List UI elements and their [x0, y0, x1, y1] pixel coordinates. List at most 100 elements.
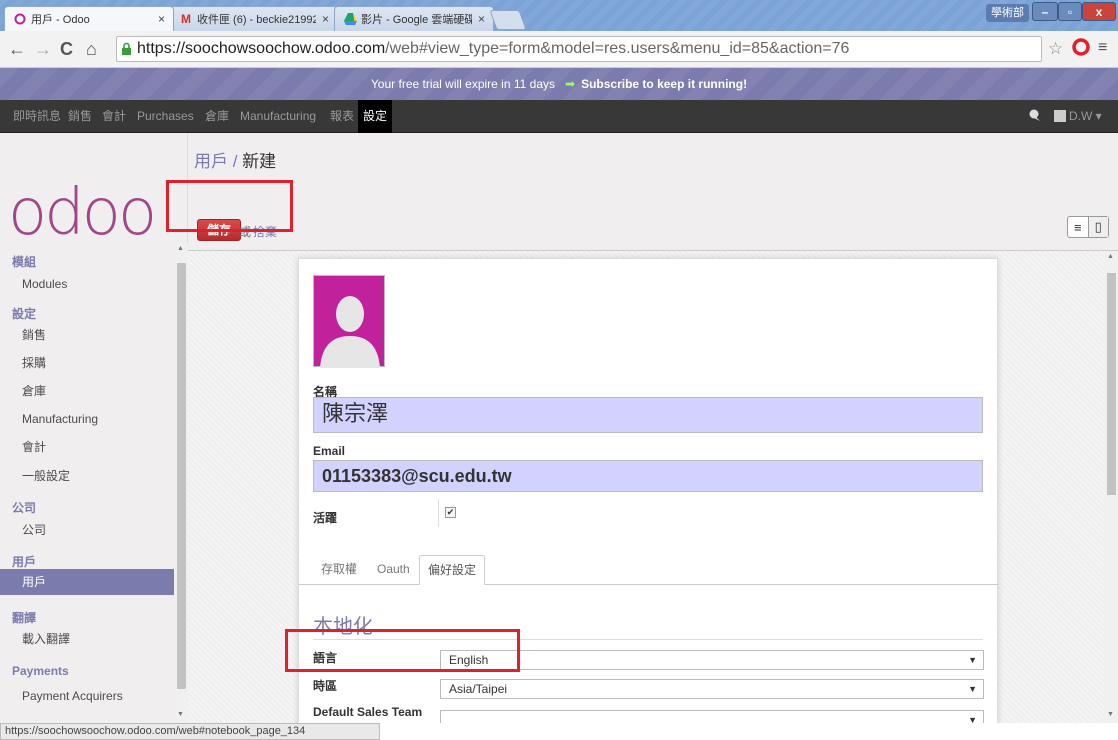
sidebar-item-users[interactable]: 用戶 — [0, 569, 174, 595]
sidebar-item-sales[interactable]: 銷售 — [0, 322, 174, 348]
tab-label: 收件匣 (6) - beckie21992 — [197, 14, 316, 26]
menu-item-purchases[interactable]: Purchases — [132, 100, 199, 133]
maximize-button[interactable]: ▫ — [1058, 2, 1082, 21]
browser-tab-odoo[interactable]: 用戶 - Odoo × — [4, 6, 174, 31]
trial-text: Your free trial will expire in 11 days — [370, 77, 555, 91]
back-arrow-icon[interactable]: ← — [8, 39, 26, 60]
window-close-button[interactable]: x — [1082, 2, 1116, 21]
menu-icon[interactable]: ≡ — [1098, 39, 1107, 57]
sidebar-item-manufacturing[interactable]: Manufacturing — [0, 406, 174, 432]
menu-item-settings[interactable]: 設定 — [358, 100, 393, 133]
breadcrumb-current: 新建 — [242, 152, 277, 171]
sidebar-item-companies[interactable]: 公司 — [0, 517, 174, 543]
top-menu: 即時訊息 銷售 會計 Purchases 倉庫 Manufacturing 報表… — [0, 100, 1118, 133]
scroll-up-icon[interactable]: ▲ — [1107, 253, 1114, 260]
breadcrumb-separator: / — [228, 152, 243, 171]
menu-item-accounting[interactable]: 會計 — [97, 100, 131, 133]
tab-preferences[interactable]: 偏好設定 — [419, 555, 486, 585]
sidebar-section-translations: 翻譯 — [12, 611, 37, 625]
chevron-down-icon: ▼ — [968, 715, 977, 723]
timezone-value: Asia/Taipei — [449, 682, 508, 696]
subscribe-link[interactable]: Subscribe to keep it running! — [581, 77, 747, 91]
sidebar-scroll-thumb[interactable] — [177, 263, 186, 689]
sales-team-select[interactable]: ▼ — [440, 710, 984, 723]
user-menu[interactable]: D.W ▾ — [1069, 100, 1102, 133]
sidebar-section-payments: Payments — [12, 664, 69, 678]
sidebar-item-warehouse[interactable]: 倉庫 — [0, 378, 174, 404]
browser-tab-gmail[interactable]: M 收件匣 (6) - beckie21992 × — [170, 6, 338, 31]
trial-banner: Your free trial will expire in 11 days ➡… — [0, 68, 1118, 100]
main-scroll-thumb[interactable] — [1107, 273, 1116, 495]
sidebar-item-accounting[interactable]: 會計 — [0, 434, 174, 460]
scroll-down-icon[interactable]: ▼ — [1107, 711, 1114, 718]
chat-icon[interactable] — [1028, 108, 1042, 125]
sidebar-section-modules: 模組 — [12, 255, 37, 269]
language-select[interactable]: English ▼ — [440, 650, 984, 670]
browser-toolbar: ← → C ⌂ https://soochowsoochow.odoo.com/… — [0, 31, 1118, 68]
chevron-down-icon: ▼ — [968, 684, 977, 694]
scroll-up-icon[interactable]: ▲ — [177, 245, 184, 252]
menu-item-discuss[interactable]: 即時訊息 — [8, 100, 66, 133]
list-view-icon[interactable]: ≡ — [1068, 217, 1088, 237]
timezone-select[interactable]: Asia/Taipei ▼ — [440, 679, 984, 699]
control-panel: 用戶 / 新建 儲存 或 捨棄 — [188, 133, 1118, 251]
odoo-circle-icon — [13, 12, 27, 26]
browser-user-badge[interactable]: 學術部 — [986, 4, 1029, 22]
sidebar-item-load-translation[interactable]: 載入翻譯 — [0, 626, 174, 652]
new-tab-button[interactable] — [489, 10, 527, 30]
google-drive-icon — [343, 12, 357, 26]
forward-arrow-icon[interactable]: → — [34, 39, 52, 60]
user-avatar-image[interactable] — [313, 275, 385, 368]
notebook-tabs: 存取權 Oauth 偏好設定 — [299, 549, 999, 585]
browser-status-bar: https://soochowsoochow.odoo.com/web#note… — [0, 723, 380, 740]
active-checkbox[interactable]: ✔ — [445, 507, 456, 518]
address-bar[interactable]: https://soochowsoochow.odoo.com/web#view… — [116, 36, 1042, 62]
tab-access-rights[interactable]: 存取權 — [313, 555, 365, 585]
close-icon[interactable]: × — [158, 12, 165, 26]
home-icon[interactable]: ⌂ — [86, 39, 97, 60]
tab-oauth[interactable]: Oauth — [369, 555, 418, 585]
url-host: https://soochowsoochow.odoo.com — [137, 40, 386, 57]
breadcrumb-users-link[interactable]: 用戶 — [194, 152, 228, 171]
browser-tab-drive[interactable]: 影片 - Google 雲端硬碟 × — [334, 6, 494, 31]
sales-team-label: Default Sales Team — [313, 705, 423, 719]
sidebar-item-payment-acquirers[interactable]: Payment Acquirers — [0, 683, 174, 709]
opera-icon[interactable] — [1072, 38, 1090, 61]
left-sidebar: odoo 模組 Modules 設定 銷售 採購 倉庫 Manufacturin… — [0, 133, 188, 723]
sidebar-scrollbar[interactable]: ▲ ▼ — [174, 243, 188, 723]
url-path: /web#view_type=form&model=res.users&menu… — [385, 40, 850, 57]
user-avatar[interactable] — [1054, 110, 1066, 122]
sidebar-section-companies: 公司 — [12, 501, 37, 515]
close-icon[interactable]: × — [478, 12, 485, 26]
name-input[interactable]: 陳宗澤 — [313, 397, 983, 433]
tab-label: 影片 - Google 雲端硬碟 — [361, 14, 472, 26]
tab-label: 用戶 - Odoo — [31, 14, 90, 26]
sidebar-item-purchase[interactable]: 採購 — [0, 350, 174, 376]
odoo-logo[interactable]: odoo — [8, 181, 157, 245]
scroll-down-icon[interactable]: ▼ — [177, 711, 184, 718]
gmail-icon: M — [181, 12, 191, 26]
menu-item-reporting[interactable]: 報表 — [325, 100, 359, 133]
chevron-down-icon: ▼ — [968, 655, 977, 665]
menu-item-sales[interactable]: 銷售 — [63, 100, 97, 133]
user-name: D.W — [1069, 109, 1093, 123]
person-silhouette-icon — [320, 296, 380, 368]
menu-item-manufacturing[interactable]: Manufacturing — [235, 100, 321, 133]
main-scrollbar[interactable]: ▲ ▼ — [1104, 251, 1118, 723]
email-input[interactable]: 01153383@scu.edu.tw — [313, 460, 983, 492]
reload-icon[interactable]: C — [60, 39, 73, 60]
email-label: Email — [313, 444, 346, 458]
sidebar-item-general-settings[interactable]: 一般設定 — [0, 463, 174, 489]
form-view-icon[interactable]: ▯ — [1087, 217, 1108, 237]
timezone-label: 時區 — [313, 679, 338, 693]
sidebar-item-modules[interactable]: Modules — [0, 271, 174, 297]
highlight-box-language — [285, 629, 520, 672]
active-label: 活躍 — [313, 511, 338, 525]
close-icon[interactable]: × — [322, 12, 329, 26]
field-divider — [438, 499, 439, 527]
star-icon[interactable]: ☆ — [1048, 39, 1063, 59]
menu-item-warehouse[interactable]: 倉庫 — [200, 100, 234, 133]
sidebar-section-users: 用戶 — [12, 555, 37, 569]
minimize-button[interactable]: – — [1032, 2, 1058, 21]
arrow-right-icon: ➡ — [565, 77, 576, 91]
